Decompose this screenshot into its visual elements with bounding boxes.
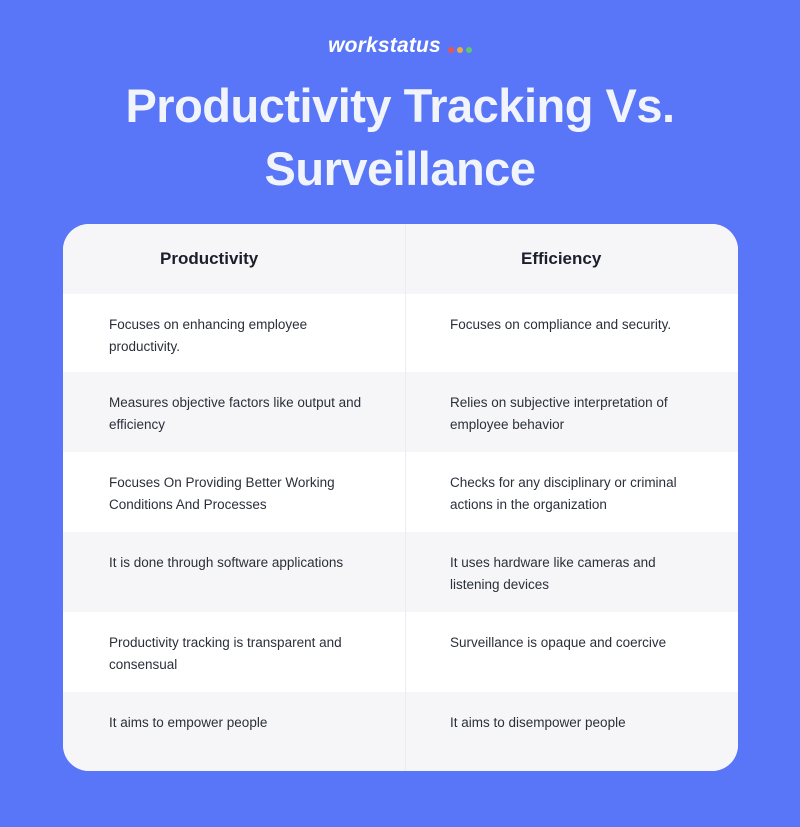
table-header-row: Productivity Efficiency bbox=[63, 224, 738, 294]
brand-logo: workstatus bbox=[0, 34, 800, 58]
brand-name: workstatus bbox=[328, 34, 441, 57]
red-dot-icon bbox=[447, 47, 454, 53]
table-row: Productivity tracking is transparent and… bbox=[63, 612, 738, 692]
table-row: It aims to empower people It aims to dis… bbox=[63, 692, 738, 771]
table-cell: Productivity tracking is transparent and… bbox=[109, 635, 342, 672]
page-title: Productivity Tracking Vs. Surveillance bbox=[0, 74, 800, 200]
comparison-table: Productivity Efficiency Focuses on enhan… bbox=[63, 224, 738, 771]
title-line-2: Surveillance bbox=[264, 142, 536, 195]
table-cell: Focuses On Providing Better Working Cond… bbox=[109, 475, 335, 512]
orange-dot-icon bbox=[456, 47, 463, 53]
table-row: Measures objective factors like output a… bbox=[63, 372, 738, 452]
table-row: Focuses On Providing Better Working Cond… bbox=[63, 452, 738, 532]
table-cell: Focuses on enhancing employee productivi… bbox=[109, 317, 308, 354]
brand-dots-icon bbox=[447, 47, 472, 53]
table-cell: Measures objective factors like output a… bbox=[109, 395, 362, 432]
table-cell: Checks for any disciplinary or criminal … bbox=[450, 475, 677, 512]
table-cell: Surveillance is opaque and coercive bbox=[450, 635, 667, 650]
table-cell: It aims to disempower people bbox=[450, 715, 626, 730]
table-row: It is done through software applications… bbox=[63, 532, 738, 612]
header-productivity: Productivity bbox=[160, 249, 259, 268]
green-dot-icon bbox=[465, 47, 472, 53]
table-cell: Relies on subjective interpretation of e… bbox=[450, 395, 668, 432]
table-cell: It uses hardware like cameras and listen… bbox=[450, 555, 656, 592]
title-line-1: Productivity Tracking Vs. bbox=[125, 79, 675, 132]
table-cell: It aims to empower people bbox=[109, 715, 268, 730]
table-cell: Focuses on compliance and security. bbox=[450, 317, 672, 332]
table-cell: It is done through software applications bbox=[109, 555, 344, 570]
table-row: Focuses on enhancing employee productivi… bbox=[63, 294, 738, 372]
header-efficiency: Efficiency bbox=[521, 249, 602, 268]
